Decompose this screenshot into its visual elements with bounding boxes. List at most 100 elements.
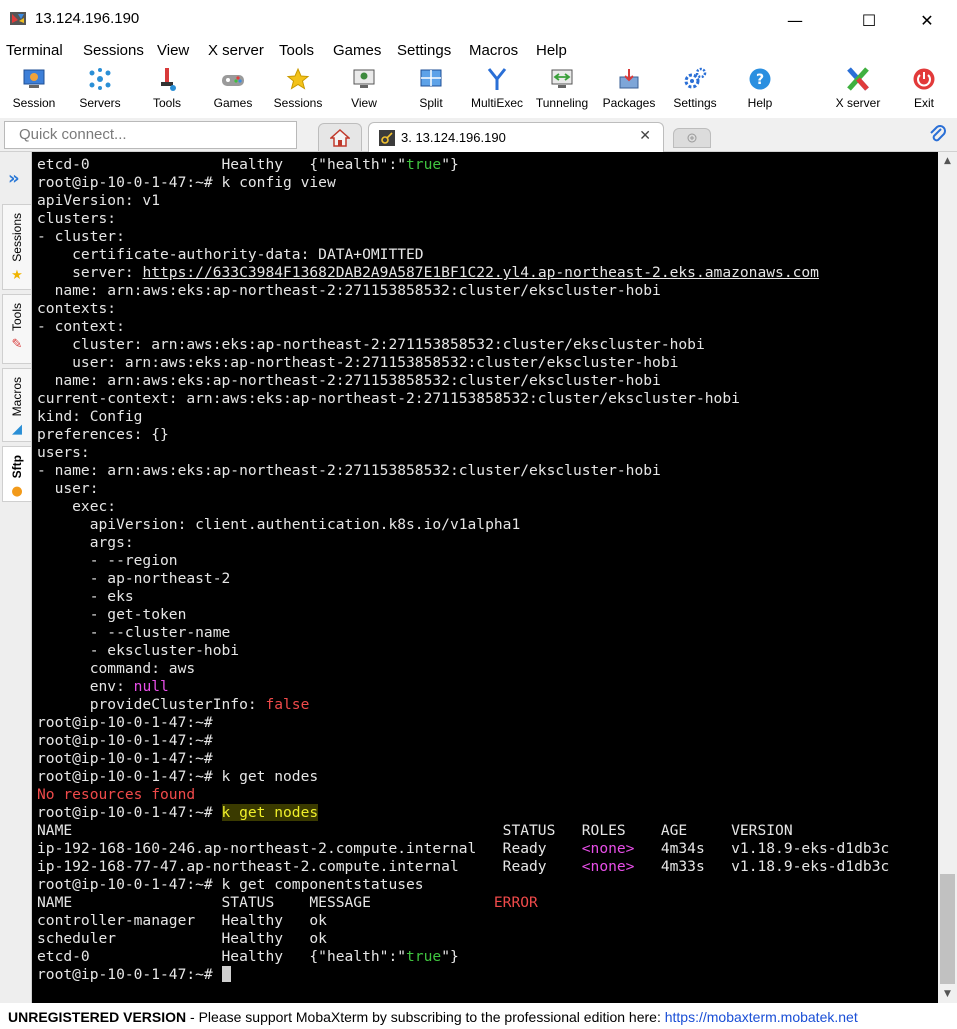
terminal-line: current-context: arn:aws:eks:ap-northeas…	[37, 390, 938, 408]
sidebar-tab-sftp[interactable]: Sftp ●	[2, 446, 31, 502]
menu-games[interactable]: Games	[333, 42, 381, 59]
sidebar-tab-macros[interactable]: Macros ◢	[2, 368, 31, 442]
terminal-line: root@ip-10-0-1-47:~#	[37, 714, 938, 732]
terminal-text: root@ip-10-0-1-47:~#	[37, 966, 222, 983]
toolbar-exit-button[interactable]: Exit	[904, 62, 944, 116]
close-window-button[interactable]: ✕	[904, 0, 950, 40]
toolbar-tunneling-button[interactable]: Tunneling	[532, 62, 592, 116]
terminal-line: - eks	[37, 588, 938, 606]
scroll-thumb[interactable]	[940, 874, 955, 984]
servers-icon	[86, 64, 114, 94]
terminal-text: server:	[37, 264, 143, 281]
split-icon	[417, 64, 445, 94]
terminal-text: - ekscluster-hobi	[37, 642, 240, 659]
terminal-url-link[interactable]: https://633C3984F13682DAB2A9A587E1BF1C22…	[142, 264, 819, 281]
tunneling-icon	[548, 64, 576, 94]
toolbar-multiexec-button[interactable]: MultiExec	[468, 62, 526, 116]
terminal-line: - get-token	[37, 606, 938, 624]
menu-help[interactable]: Help	[536, 42, 567, 59]
terminal-text: NAME STATUS ROLES AGE VERSION	[37, 822, 793, 839]
terminal-line: args:	[37, 534, 938, 552]
view-icon	[350, 64, 378, 94]
menu-view[interactable]: View	[157, 42, 189, 59]
terminal-text: - eks	[37, 588, 134, 605]
terminal-line: root@ip-10-0-1-47:~#	[37, 750, 938, 768]
terminal-line: apiVersion: client.authentication.k8s.io…	[37, 516, 938, 534]
mobatek-link[interactable]: https://mobaxterm.mobatek.net	[665, 1009, 858, 1025]
toolbar-split-button[interactable]: Split	[406, 62, 456, 116]
terminal-text: null	[133, 678, 169, 695]
terminal-line: env: null	[37, 678, 938, 696]
home-tab[interactable]	[318, 123, 362, 151]
terminal-text: - name: arn:aws:eks:ap-northeast-2:27115…	[37, 462, 661, 479]
menu-sessions[interactable]: Sessions	[83, 42, 144, 59]
menu-x-server[interactable]: X server	[208, 42, 264, 59]
terminal-text: 4m33s v1.18.9-eks-d1db3c	[634, 858, 890, 875]
terminal-text: 4m34s v1.18.9-eks-d1db3c	[634, 840, 890, 857]
terminal-text: env:	[37, 678, 134, 695]
terminal-text: <none>	[581, 858, 635, 875]
terminal-text: - --region	[37, 552, 178, 569]
terminal-text: root@ip-10-0-1-47:~#	[37, 750, 213, 767]
toolbar-sessions-button[interactable]: Sessions	[270, 62, 326, 116]
terminal-text: current-context: arn:aws:eks:ap-northeas…	[37, 390, 740, 407]
terminal-line: - cluster:	[37, 228, 938, 246]
terminal-text: command: aws	[37, 660, 196, 677]
session-tab-title: 3. 13.124.196.190	[401, 130, 506, 145]
games-icon	[219, 64, 247, 94]
terminal-text: cluster: arn:aws:eks:ap-northeast-2:2711…	[37, 336, 705, 353]
terminal-scrollbar[interactable]: ▲ ▼	[938, 152, 957, 1003]
terminal-line: clusters:	[37, 210, 938, 228]
window-title: 13.124.196.190	[35, 10, 140, 27]
maximize-button[interactable]: ☐	[846, 0, 892, 40]
menu-tools[interactable]: Tools	[279, 42, 314, 59]
toolbar-tools-button[interactable]: Tools	[142, 62, 192, 116]
terminal-line: contexts:	[37, 300, 938, 318]
sidebar-tab-sessions[interactable]: Sessions ★	[2, 204, 31, 290]
menu-settings[interactable]: Settings	[397, 42, 451, 59]
terminal-text: - --cluster-name	[37, 624, 231, 641]
tab-close-icon[interactable]: ✕	[639, 128, 651, 144]
terminal-text: etcd-0 Healthy {"health":"	[37, 156, 407, 173]
terminal-text: false	[265, 696, 310, 713]
terminal-line: ip-192-168-160-246.ap-northeast-2.comput…	[37, 840, 938, 858]
toolbar-help-button[interactable]: ? Help	[738, 62, 782, 116]
attach-paperclip-icon[interactable]	[928, 124, 948, 146]
toolbar: Session Servers Tools Games Sessions Vie…	[0, 62, 957, 116]
toolbar-session-button[interactable]: Session	[8, 62, 60, 116]
title-bar: 13.124.196.190 — ☐ ✕	[0, 0, 957, 40]
toolbar-view-button[interactable]: View	[340, 62, 388, 116]
scroll-down-icon[interactable]: ▼	[938, 985, 957, 1003]
packages-icon	[615, 64, 643, 94]
minimize-button[interactable]: —	[772, 0, 818, 40]
toolbar-settings-button[interactable]: Settings	[668, 62, 722, 116]
svg-text:?: ?	[756, 72, 764, 88]
quick-connect-input[interactable]: Quick connect...	[4, 121, 297, 149]
session-tab-active[interactable]: 3. 13.124.196.190 ✕	[368, 122, 664, 152]
terminal-line: - ekscluster-hobi	[37, 642, 938, 660]
terminal-output[interactable]: etcd-0 Healthy {"health":"true"} root@ip-…	[32, 152, 938, 1003]
terminal-text: contexts:	[37, 300, 117, 317]
terminal-text: - context:	[37, 318, 125, 335]
terminal-line: apiVersion: v1	[37, 192, 938, 210]
menu-terminal[interactable]: Terminal	[6, 42, 63, 59]
unregistered-label: UNREGISTERED VERSION	[8, 1009, 187, 1025]
sidebar-tab-tools[interactable]: Tools ✎	[2, 294, 31, 364]
toolbar-games-button[interactable]: Games	[208, 62, 258, 116]
terminal-line: command: aws	[37, 660, 938, 678]
macros-icon: ◢	[12, 422, 22, 438]
terminal-text: root@ip-10-0-1-47:~# k config view	[37, 174, 336, 191]
terminal-text: "}	[441, 156, 459, 173]
terminal-line: - ap-northeast-2	[37, 570, 938, 588]
toolbar-xserver-button[interactable]: X server	[828, 62, 888, 116]
expand-sidebar-icon[interactable]: »	[8, 168, 20, 189]
terminal-text: clusters:	[37, 210, 117, 227]
terminal-line: kind: Config	[37, 408, 938, 426]
new-tab-button[interactable]	[673, 128, 711, 148]
terminal-text: - ap-northeast-2	[37, 570, 231, 587]
terminal-text: NAME STATUS MESSAGE	[37, 894, 494, 911]
toolbar-packages-button[interactable]: Packages	[600, 62, 658, 116]
toolbar-servers-button[interactable]: Servers	[74, 62, 126, 116]
menu-macros[interactable]: Macros	[469, 42, 518, 59]
scroll-up-icon[interactable]: ▲	[938, 152, 957, 170]
